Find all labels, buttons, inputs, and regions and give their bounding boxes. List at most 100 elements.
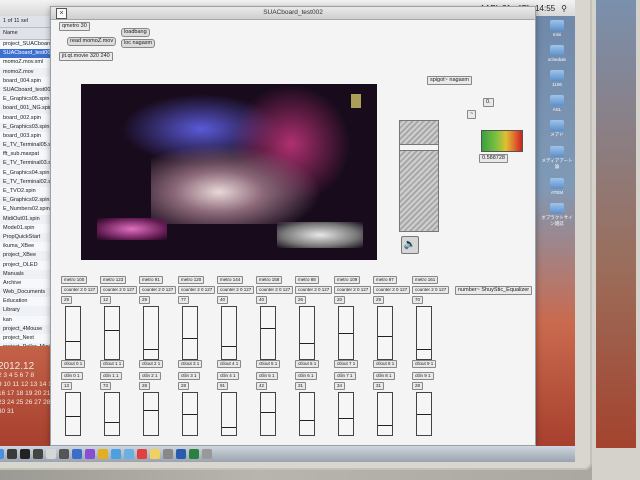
- ctlin-object[interactable]: ctlin 6 1: [295, 372, 317, 380]
- number-box[interactable]: 73: [100, 382, 112, 390]
- desktop-folder-icon[interactable]: メアド: [540, 120, 574, 138]
- max-icon[interactable]: [59, 449, 69, 459]
- controller-slider[interactable]: [104, 392, 120, 436]
- controller-slider[interactable]: [65, 306, 81, 360]
- ctlin-object[interactable]: ctlin 7 1: [334, 372, 356, 380]
- controller-slider[interactable]: [299, 392, 315, 436]
- number-box[interactable]: 0.: [483, 98, 494, 107]
- ctlin-object[interactable]: ctlin 1 1: [100, 372, 122, 380]
- desktop-folder-icon[interactable]: ASL: [540, 95, 574, 112]
- gain-slider[interactable]: [399, 120, 439, 232]
- settings-icon[interactable]: [163, 449, 173, 459]
- loc-message[interactable]: loc nagasm: [121, 39, 156, 48]
- number-box[interactable]: 29: [139, 296, 151, 304]
- controller-slider[interactable]: [416, 306, 432, 360]
- metro-object[interactable]: metro 144: [217, 276, 244, 284]
- controller-slider[interactable]: [104, 306, 120, 360]
- number-box[interactable]: 91: [217, 382, 229, 390]
- number-box[interactable]: 42: [256, 382, 268, 390]
- ctlin-object[interactable]: ctlin 4 1: [217, 372, 239, 380]
- search-icon[interactable]: ⚲: [561, 4, 567, 13]
- notes-icon[interactable]: [150, 449, 160, 459]
- counter-object[interactable]: counter 2 0 127: [100, 286, 138, 294]
- gain-slider-knob[interactable]: [400, 144, 438, 152]
- metro-object[interactable]: metro 100: [61, 276, 88, 284]
- number-box[interactable]: 29: [61, 296, 73, 304]
- controller-slider[interactable]: [143, 392, 159, 436]
- finder-icon[interactable]: [0, 449, 4, 459]
- controller-slider[interactable]: [416, 392, 432, 436]
- controller-slider[interactable]: [260, 392, 276, 436]
- counter-object[interactable]: counter 2 0 127: [256, 286, 294, 294]
- metro-object[interactable]: metro 161: [412, 276, 439, 284]
- ctlin-object[interactable]: ctlin 9 1: [412, 372, 434, 380]
- ctlout-object[interactable]: ctlout 8 1: [373, 360, 398, 368]
- word-icon[interactable]: [176, 449, 186, 459]
- metro-object[interactable]: metro 109: [334, 276, 361, 284]
- controller-slider[interactable]: [221, 306, 237, 360]
- counter-object[interactable]: counter 2 0 127: [295, 286, 333, 294]
- controller-slider[interactable]: [338, 306, 354, 360]
- calendar-icon[interactable]: [137, 449, 147, 459]
- window-titlebar[interactable]: × SUACboard_test002: [51, 7, 535, 20]
- ctlin-object[interactable]: ctlin 3 1: [178, 372, 200, 380]
- desktop-folder-icon[interactable]: 1106: [540, 70, 574, 87]
- excel-icon[interactable]: [189, 449, 199, 459]
- controller-slider[interactable]: [143, 306, 159, 360]
- video-display[interactable]: [81, 84, 377, 260]
- number-box[interactable]: 34: [334, 382, 346, 390]
- number-box[interactable]: 40: [217, 296, 229, 304]
- metro-object[interactable]: metro 88: [295, 276, 319, 284]
- number-box[interactable]: 28: [412, 382, 424, 390]
- small-object[interactable]: ~: [467, 110, 477, 119]
- ctlin-object[interactable]: ctlin 2 1: [139, 372, 161, 380]
- jit-movie-object[interactable]: jit.qt.movie 320 240: [59, 52, 113, 61]
- trash-icon[interactable]: [202, 449, 212, 459]
- photo-icon[interactable]: [72, 449, 82, 459]
- mail-icon[interactable]: [124, 449, 134, 459]
- controller-slider[interactable]: [338, 392, 354, 436]
- metro-object[interactable]: metro 97: [373, 276, 397, 284]
- number-box[interactable]: 28: [139, 382, 151, 390]
- controller-slider[interactable]: [65, 392, 81, 436]
- readout-number[interactable]: 0.588728: [479, 154, 508, 163]
- metro-object[interactable]: metro 158: [256, 276, 283, 284]
- ctlout-object[interactable]: ctlout 1 1: [100, 360, 125, 368]
- read-message[interactable]: read momoZ.mov: [67, 37, 117, 46]
- counter-object[interactable]: counter 2 0 127: [61, 286, 99, 294]
- ctlout-object[interactable]: ctlout 4 1: [217, 360, 242, 368]
- ctlout-object[interactable]: ctlout 9 1: [412, 360, 437, 368]
- number-box[interactable]: 31: [373, 382, 385, 390]
- metro-object[interactable]: metro 123: [100, 276, 127, 284]
- controller-slider[interactable]: [182, 306, 198, 360]
- number-box[interactable]: 29: [373, 296, 385, 304]
- number-box[interactable]: 12: [100, 296, 112, 304]
- controller-slider[interactable]: [299, 306, 315, 360]
- preview-icon[interactable]: [46, 449, 56, 459]
- ctlin-object[interactable]: ctlin 8 1: [373, 372, 395, 380]
- terminal-icon[interactable]: [20, 449, 30, 459]
- spigot-object[interactable]: spigot~ nagasm: [427, 76, 472, 85]
- controller-slider[interactable]: [377, 392, 393, 436]
- metro-object[interactable]: metro 91: [139, 276, 163, 284]
- safari-icon[interactable]: [111, 449, 121, 459]
- controller-slider[interactable]: [260, 306, 276, 360]
- desktop-folder-icon[interactable]: ATEM: [540, 178, 574, 195]
- ctlin-object[interactable]: ctlin 5 1: [256, 372, 278, 380]
- number-box[interactable]: 77: [178, 296, 190, 304]
- number-box[interactable]: 31: [295, 382, 307, 390]
- ctlout-object[interactable]: ctlout 6 1: [295, 360, 320, 368]
- close-icon[interactable]: ×: [56, 8, 67, 19]
- menubar-clock[interactable]: 14:55: [535, 4, 555, 13]
- desktop-folder-icon[interactable]: schedule: [540, 45, 574, 62]
- app5-icon[interactable]: [33, 449, 43, 459]
- ctlout-object[interactable]: ctlout 3 1: [178, 360, 203, 368]
- number-box[interactable]: 40: [256, 296, 268, 304]
- ctlout-object[interactable]: ctlout 7 1: [334, 360, 359, 368]
- counter-object[interactable]: counter 2 0 127: [412, 286, 450, 294]
- desktop-folder-icon[interactable]: mini: [540, 20, 574, 37]
- desktop-folder-icon[interactable]: オプラクトサイン雑誌: [540, 203, 574, 227]
- loadbang-object[interactable]: loadbang: [121, 28, 150, 37]
- number-box[interactable]: 26: [295, 296, 307, 304]
- controller-slider[interactable]: [377, 306, 393, 360]
